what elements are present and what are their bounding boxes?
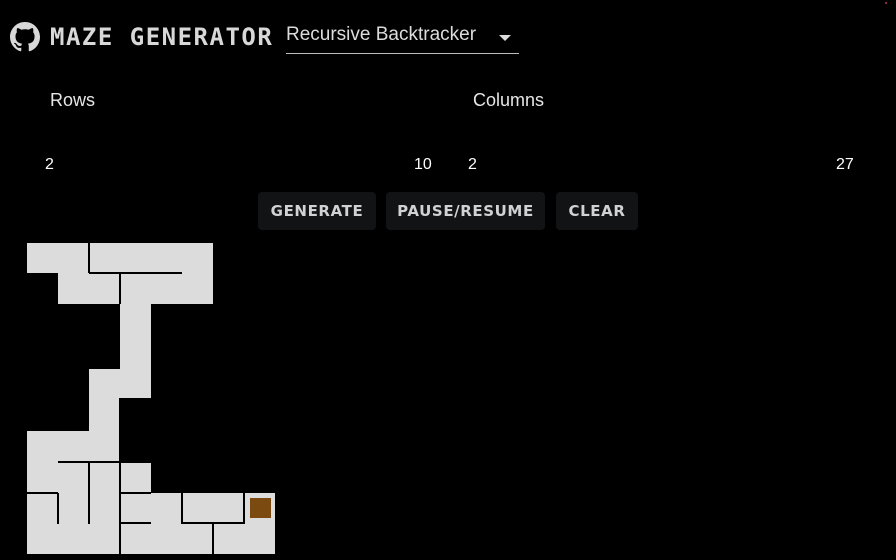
maze-cell bbox=[27, 431, 119, 464]
maze-cell bbox=[120, 303, 151, 370]
maze-cell bbox=[58, 272, 213, 304]
maze-cell bbox=[89, 397, 119, 432]
maze-cells bbox=[27, 243, 275, 554]
current-cell-marker bbox=[250, 498, 271, 518]
notification-dot bbox=[885, 2, 887, 4]
maze-cell bbox=[27, 243, 213, 273]
maze-cell bbox=[89, 369, 151, 398]
maze-grid bbox=[27, 243, 275, 554]
maze-generator-app: MAZE GENERATOR Recursive Backtracker Row… bbox=[0, 0, 896, 560]
